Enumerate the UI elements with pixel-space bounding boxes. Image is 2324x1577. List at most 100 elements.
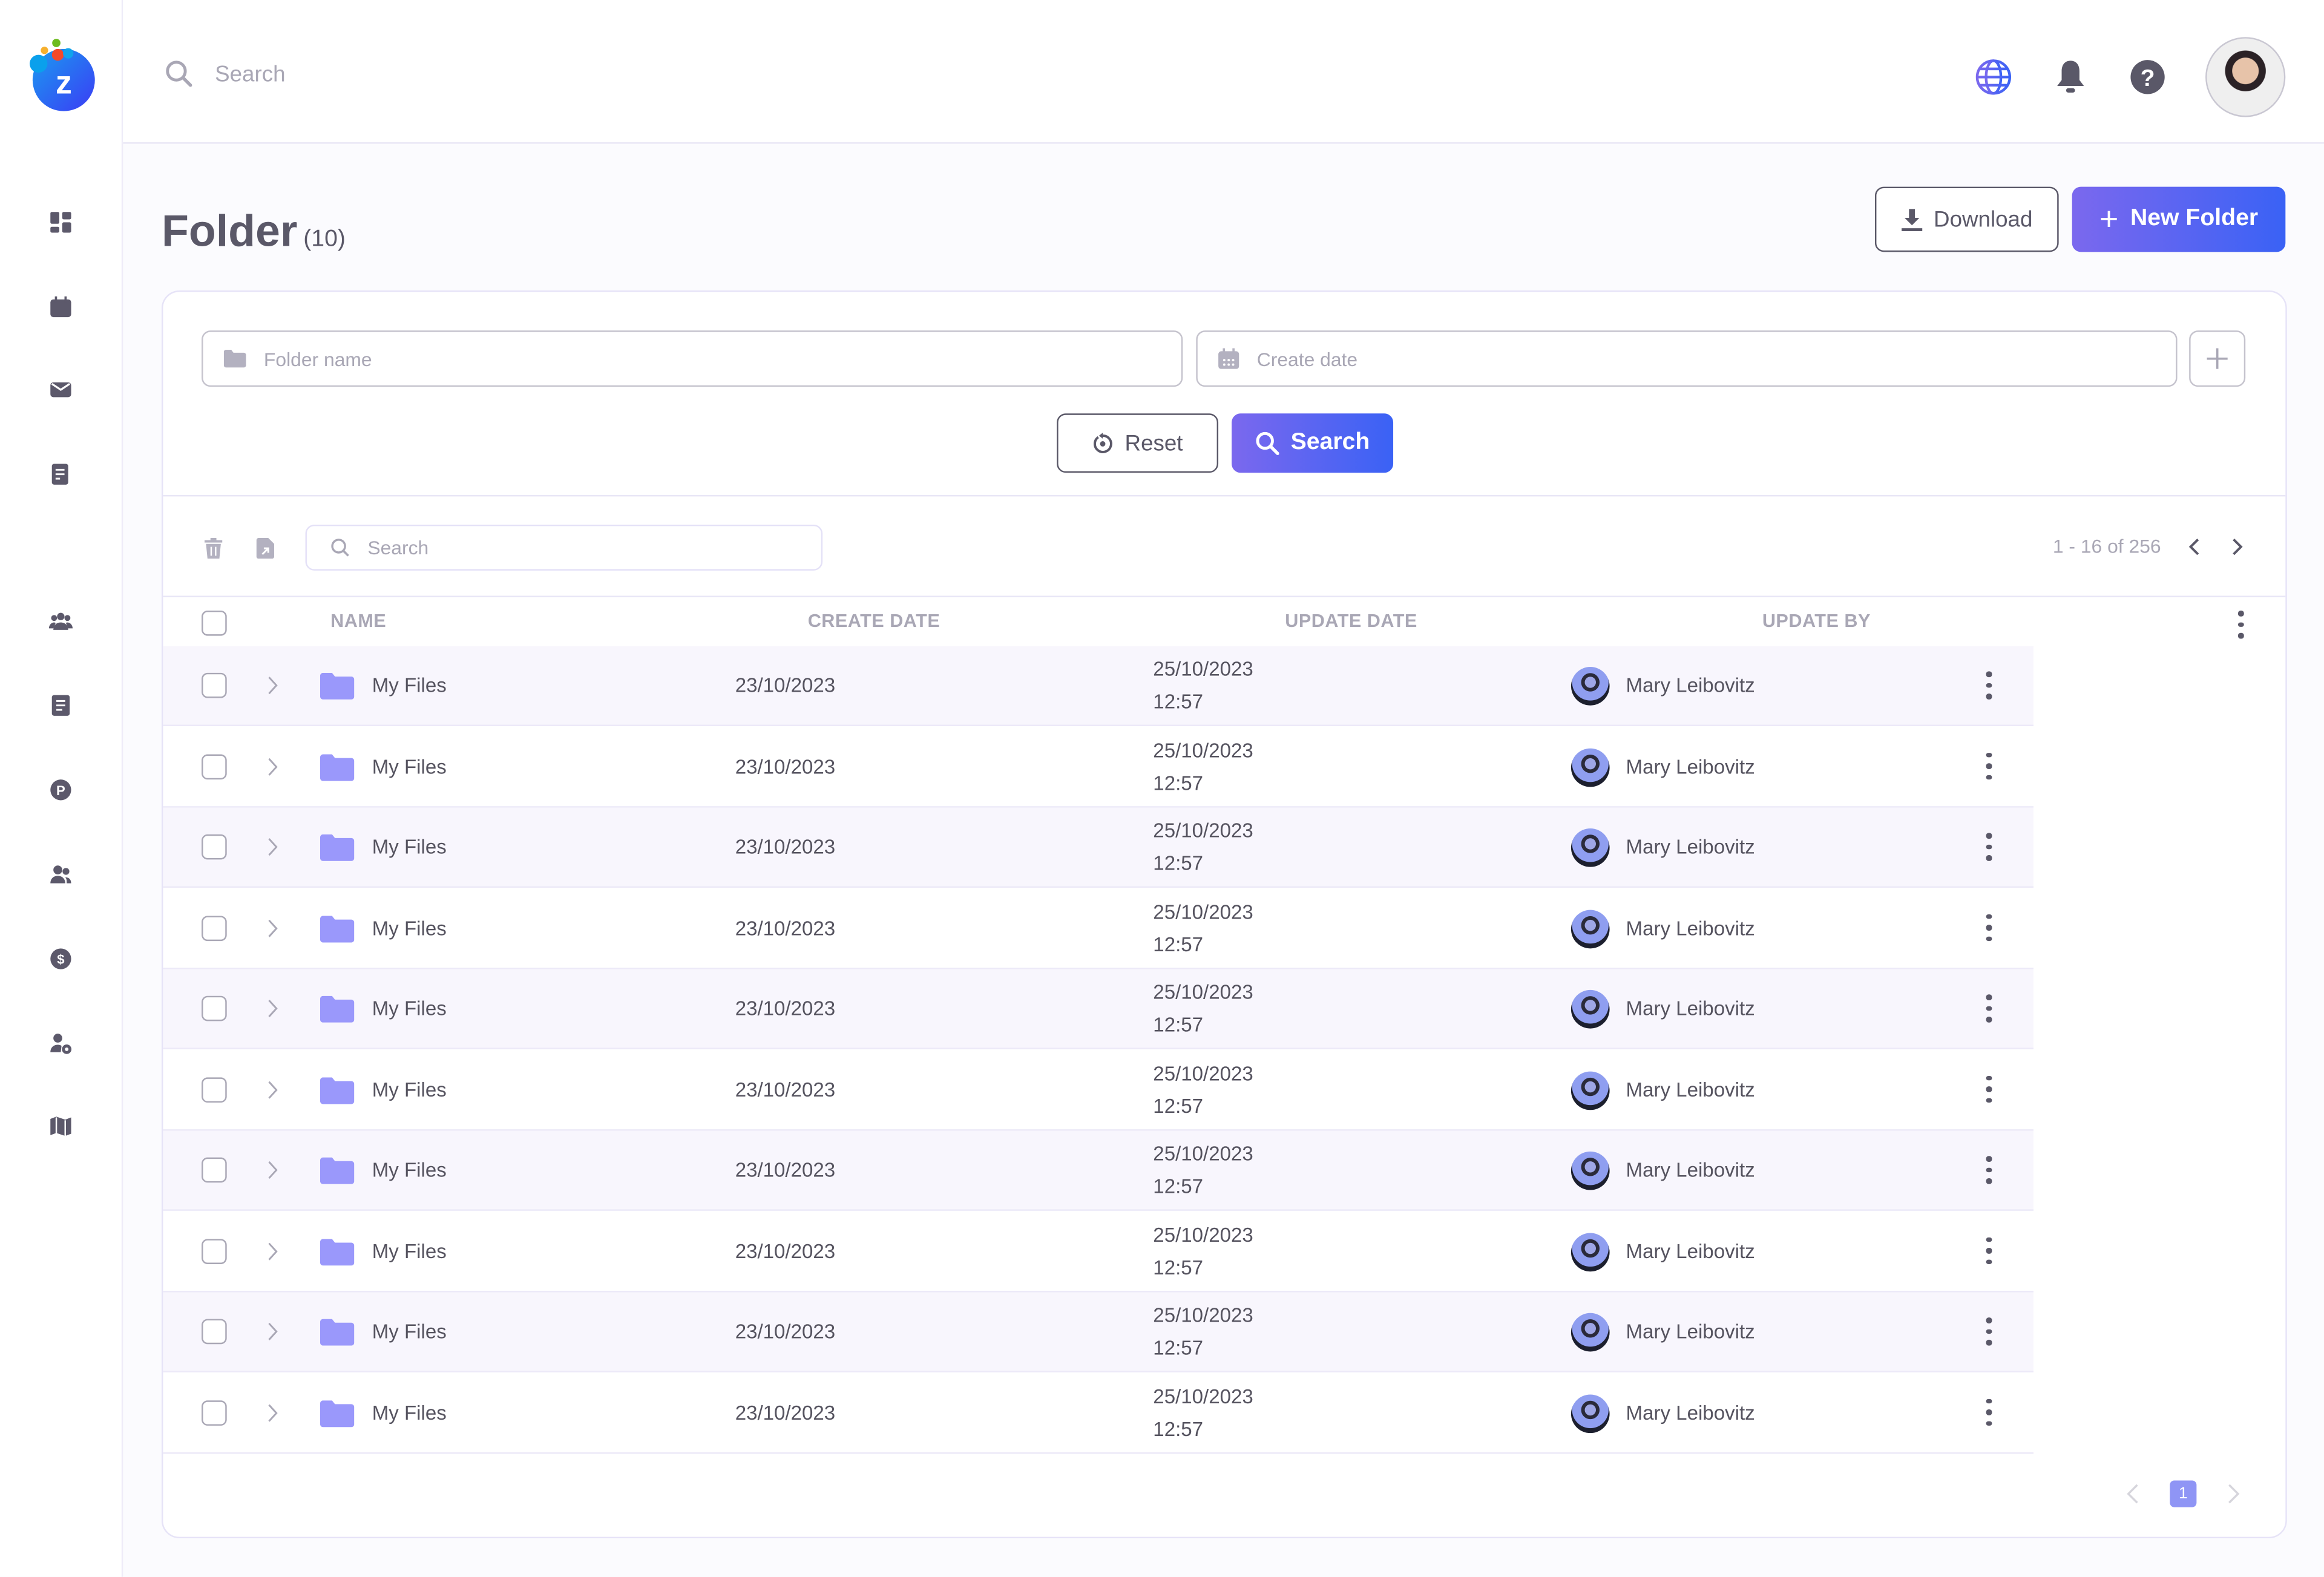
row-checkbox[interactable]	[202, 753, 227, 779]
row-checkbox[interactable]	[202, 915, 227, 940]
row-options-button[interactable]	[1984, 1317, 1994, 1345]
table-row[interactable]: My Files 23/10/2023 25/10/2023 12:57 Mary Le…	[163, 1373, 2034, 1454]
folder-name[interactable]: My Files	[372, 1402, 447, 1424]
create-date-input[interactable]: Create date	[1196, 330, 2178, 387]
table-row[interactable]: My Files 23/10/2023 25/10/2023 12:57 Mary Le…	[163, 1050, 2034, 1130]
folder-name-input[interactable]: Folder name	[202, 330, 1183, 387]
trash-icon[interactable]	[204, 537, 223, 559]
update-time: 12:57	[1153, 771, 1204, 794]
help-icon[interactable]: ?	[2129, 58, 2167, 97]
row-checkbox[interactable]	[202, 995, 227, 1021]
checklist-icon[interactable]	[46, 459, 76, 489]
folder-card: Folder name Create date Reset Search Sea…	[161, 290, 2287, 1539]
points-icon[interactable]: P	[46, 775, 76, 805]
download-button[interactable]: Download	[1874, 186, 2059, 252]
table-row[interactable]: My Files 23/10/2023 25/10/2023 12:57 Mary Le…	[163, 727, 2034, 807]
update-date: 25/10/2023	[1153, 900, 1253, 923]
column-options-button[interactable]	[2237, 610, 2246, 638]
row-checkbox[interactable]	[202, 1400, 227, 1425]
chevron-right-icon[interactable]	[267, 1080, 279, 1099]
table-row[interactable]: My Files 23/10/2023 25/10/2023 12:57 Mary Le…	[163, 1292, 2034, 1372]
new-folder-button[interactable]: + New Folder	[2072, 186, 2286, 252]
row-options-button[interactable]	[1984, 671, 1994, 699]
global-search[interactable]: Search	[165, 59, 286, 89]
row-options-button[interactable]	[1984, 833, 1994, 861]
table-row[interactable]: My Files 23/10/2023 25/10/2023 12:57 Mary Le…	[163, 1130, 2034, 1211]
globe-icon[interactable]	[1974, 58, 2013, 97]
table-row[interactable]: My Files 23/10/2023 25/10/2023 12:57 Mary Le…	[163, 1211, 2034, 1292]
row-checkbox[interactable]	[202, 672, 227, 698]
folder-name[interactable]: My Files	[372, 674, 447, 697]
column-header-name[interactable]: NAME	[330, 611, 386, 631]
page-1-button[interactable]: 1	[2170, 1480, 2197, 1507]
table-search-input[interactable]: Search	[305, 524, 823, 571]
chevron-right-icon[interactable]	[267, 676, 279, 695]
document-icon[interactable]	[46, 690, 76, 720]
column-header-update-by[interactable]: UPDATE BY	[1762, 611, 1871, 631]
update-date: 25/10/2023	[1153, 738, 1253, 761]
folder-name[interactable]: My Files	[372, 755, 447, 778]
chevron-left-icon[interactable]	[2125, 1483, 2140, 1504]
row-options-button[interactable]	[1984, 1075, 1994, 1103]
chevron-right-icon[interactable]	[267, 1322, 279, 1341]
chevron-right-icon[interactable]	[2229, 537, 2244, 555]
folder-name[interactable]: My Files	[372, 1320, 447, 1343]
chevron-right-icon[interactable]	[267, 918, 279, 937]
dashboard-icon[interactable]	[46, 208, 76, 237]
row-options-button[interactable]	[1984, 1398, 1994, 1426]
user-avatar[interactable]	[2205, 37, 2286, 117]
calendar-icon[interactable]	[46, 292, 76, 321]
folder-name[interactable]: My Files	[372, 1078, 447, 1101]
chevron-right-icon[interactable]	[267, 756, 279, 776]
folder-name[interactable]: My Files	[372, 1159, 447, 1181]
row-options-button[interactable]	[1984, 913, 1994, 942]
table-row[interactable]: My Files 23/10/2023 25/10/2023 12:57 Mary Le…	[163, 969, 2034, 1049]
chevron-right-icon[interactable]	[267, 1241, 279, 1261]
folder-name[interactable]: My Files	[372, 917, 447, 939]
global-search-input[interactable]: Search	[215, 62, 285, 87]
team-icon[interactable]	[46, 606, 76, 636]
row-checkbox[interactable]	[202, 1319, 227, 1345]
column-header-update-date[interactable]: UPDATE DATE	[1285, 611, 1417, 631]
row-checkbox[interactable]	[202, 834, 227, 860]
map-icon[interactable]	[46, 1112, 76, 1141]
table-row[interactable]: My Files 23/10/2023 25/10/2023 12:57 Mary Le…	[163, 807, 2034, 888]
chevron-right-icon[interactable]	[267, 838, 279, 857]
folder-name[interactable]: My Files	[372, 836, 447, 858]
table-row[interactable]: My Files 23/10/2023 25/10/2023 12:57 Mary Le…	[163, 888, 2034, 969]
folder-name[interactable]: My Files	[372, 997, 447, 1020]
search-button[interactable]: Search	[1232, 413, 1394, 473]
chevron-right-icon[interactable]	[267, 1161, 279, 1180]
select-all-checkbox[interactable]	[202, 610, 227, 636]
export-file-icon[interactable]	[256, 537, 275, 559]
update-time: 12:57	[1153, 933, 1204, 956]
chevron-left-icon[interactable]	[2188, 537, 2202, 555]
create-date: 23/10/2023	[735, 674, 836, 697]
row-checkbox[interactable]	[202, 1157, 227, 1183]
chevron-right-icon[interactable]	[267, 999, 279, 1018]
row-options-button[interactable]	[1984, 1236, 1994, 1264]
bell-icon[interactable]	[2051, 58, 2090, 97]
create-date: 23/10/2023	[735, 1078, 836, 1101]
folder-name[interactable]: My Files	[372, 1240, 447, 1262]
table-row[interactable]: My Files 23/10/2023 25/10/2023 12:57 Mary Le…	[163, 646, 2034, 727]
update-time: 12:57	[1153, 690, 1204, 713]
billing-icon[interactable]: $	[46, 944, 76, 974]
row-options-button[interactable]	[1984, 994, 1994, 1022]
users-icon[interactable]	[46, 859, 76, 889]
top-header: Search ?	[123, 0, 2324, 144]
app-logo[interactable]: z	[27, 36, 98, 113]
divider	[163, 494, 2286, 497]
user-settings-icon[interactable]	[46, 1029, 76, 1058]
reset-button[interactable]: Reset	[1057, 413, 1219, 473]
row-options-button[interactable]	[1984, 1156, 1994, 1184]
row-options-button[interactable]	[1984, 752, 1994, 780]
column-header-create-date[interactable]: CREATE DATE	[808, 611, 940, 631]
chevron-right-icon[interactable]	[267, 1403, 279, 1422]
mail-icon[interactable]	[46, 375, 76, 405]
chevron-right-icon[interactable]	[2226, 1483, 2240, 1504]
row-checkbox[interactable]	[202, 1238, 227, 1264]
reset-icon	[1093, 433, 1112, 453]
add-filter-button[interactable]	[2189, 330, 2246, 387]
row-checkbox[interactable]	[202, 1077, 227, 1102]
